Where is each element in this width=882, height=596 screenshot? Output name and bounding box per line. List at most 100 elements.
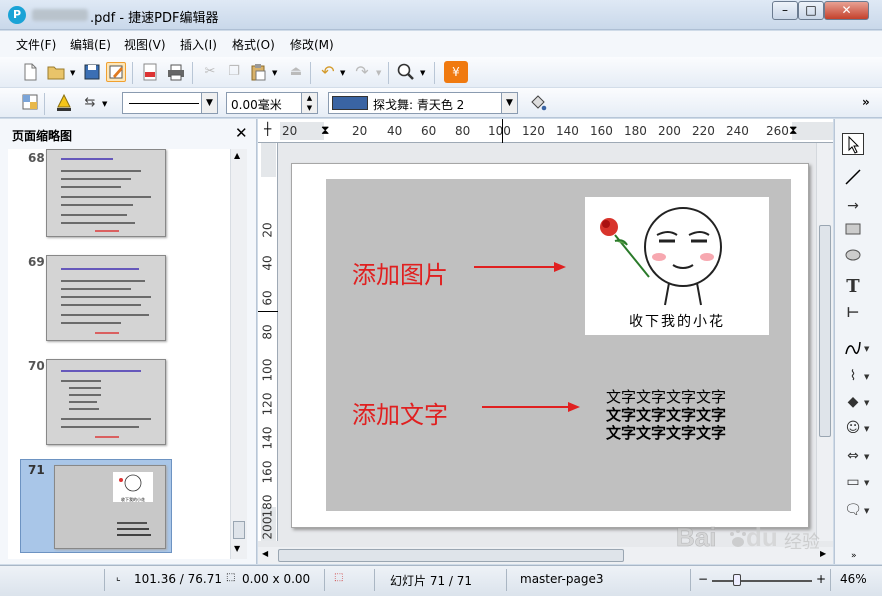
callout-icon[interactable]: 🗨 [842,499,864,521]
curve-tool-dropdown-icon[interactable]: ▼ [864,345,869,353]
menu-file[interactable]: 文件(F) [16,36,56,53]
scroll-down-icon[interactable]: ▼ [234,544,240,553]
cut-icon[interactable]: ✂ [200,62,220,82]
redo-icon[interactable]: ↷ [352,62,372,82]
zoom-out-button[interactable]: − [698,572,708,586]
block-arrows-dropdown-icon[interactable]: ▼ [864,453,869,461]
open-dropdown-icon[interactable]: ▼ [70,69,75,77]
page-thumbnail-68[interactable] [46,149,166,237]
arrow-tool-icon[interactable]: → [842,195,864,217]
ruler-label: 80 [455,124,471,138]
edit-mode-icon[interactable] [106,62,126,82]
copy-icon[interactable]: ❐ [224,62,244,82]
cursor-position: 101.36 / 76.71 [134,572,223,586]
fill-color-dropdown-icon[interactable]: ▼ [501,93,517,113]
canvas-vertical-scrollbar[interactable] [816,143,833,541]
ellipse-tool-icon[interactable] [842,247,864,269]
close-button[interactable]: ✕ [824,1,869,20]
line-width-stepper[interactable]: ▲ ▼ [301,93,317,113]
toolbar-expand-icon[interactable]: » [851,551,857,561]
callout-dropdown-icon[interactable]: ▼ [864,507,869,515]
text-tool-icon[interactable]: T [842,276,864,298]
basic-shapes-icon[interactable]: ◆ [842,391,864,413]
select-tool-icon[interactable] [842,133,864,155]
line-style-select[interactable]: ▼ [122,92,218,114]
scroll-thumb[interactable] [233,521,245,539]
maximize-button[interactable]: □ [798,1,824,20]
open-folder-icon[interactable] [46,62,66,82]
undo-icon[interactable]: ↶ [318,62,338,82]
document-canvas[interactable]: ┼ 20 20 40 60 80 100 120 140 160 180 200… [258,119,833,564]
menu-insert[interactable]: 插入(I) [180,36,217,53]
undo-dropdown-icon[interactable]: ▼ [340,69,345,77]
symbol-shapes-dropdown-icon[interactable]: ▼ [864,425,869,433]
minimize-button[interactable]: – [772,1,798,20]
vertical-text-tool-icon[interactable]: ⊢ [842,302,864,324]
menu-view[interactable]: 视图(V) [124,36,166,53]
toolbar-separator [310,62,311,84]
arrow-style-icon[interactable]: ⇆ [80,93,100,113]
vertical-ruler[interactable]: 20 40 60 80 100 120 140 160 180 200 [258,143,278,541]
menu-edit[interactable]: 编辑(E) [70,36,111,53]
document-modified-icon[interactable]: ⬚ [334,572,343,583]
thumbnail-scrollbar[interactable]: ▲ ▼ [230,149,247,559]
text-block[interactable]: 文字文字文字文字 文字文字文字文字 文字文字文字文字 [606,388,726,442]
horizontal-ruler[interactable]: ┼ 20 20 40 60 80 100 120 140 160 180 200… [258,119,833,143]
arrow-to-text [482,402,580,412]
redo-dropdown-icon[interactable]: ▼ [376,69,381,77]
add-image-label[interactable]: 添加图片 [352,255,448,290]
purchase-icon[interactable]: ¥ [444,61,468,83]
highlight-icon[interactable] [54,93,74,113]
slide-page[interactable]: 添加图片 收下我的小花 添加文字 文字文字文字文字 文字文字文字文字 文字文字文… [291,163,809,528]
clone-format-icon[interactable]: ⏏ [286,62,306,82]
line-width-spinner[interactable]: 0.00毫米 ▲ ▼ [226,92,318,114]
basic-shapes-dropdown-icon[interactable]: ▼ [864,399,869,407]
page-thumbnail-69[interactable] [46,255,166,341]
ruler-indent-marker-icon[interactable]: ⧗ [321,123,329,138]
sticker-image[interactable]: 收下我的小花 [585,197,769,335]
scroll-thumb[interactable] [278,549,624,562]
symbol-shapes-icon[interactable]: ☺ [842,417,864,439]
zoom-slider-thumb[interactable] [733,574,741,586]
save-icon[interactable] [82,62,102,82]
scroll-left-icon[interactable]: ◀ [262,549,268,558]
text-line: 文字文字文字文字 [606,388,727,406]
zoom-slider-track[interactable] [712,580,812,582]
new-document-icon[interactable] [20,62,40,82]
watermark-brand2: du [746,522,778,552]
arrow-style-dropdown-icon[interactable]: ▼ [102,100,107,108]
thumbnail-list[interactable]: 68 69 70 71 收下我的小花 [8,149,230,559]
toolbar-overflow-icon[interactable]: » [862,95,870,109]
line-style-dropdown-icon[interactable]: ▼ [201,93,217,113]
page-thumbnail-70[interactable] [46,359,166,445]
slide-background[interactable]: 添加图片 收下我的小花 添加文字 文字文字文字文字 文字文字文字文字 文字文字文… [326,179,791,511]
fill-color-select[interactable]: 探戈舞: 青天色 2 ▼ [328,92,518,114]
export-pdf-icon[interactable] [140,62,160,82]
ruler-tab-marker-icon[interactable]: ⧗ [789,123,797,138]
baidu-logo-icon: Bai [676,522,746,552]
rectangle-tool-icon[interactable] [842,221,864,243]
line-tool-icon[interactable] [842,167,864,189]
add-text-label[interactable]: 添加文字 [352,395,448,430]
menu-format[interactable]: 格式(O) [232,36,275,53]
menu-modify[interactable]: 修改(M) [290,36,334,53]
scroll-thumb[interactable] [819,225,831,437]
zoom-icon[interactable] [396,62,416,82]
paste-icon[interactable] [248,62,268,82]
grid-icon[interactable] [20,93,40,113]
zoom-in-button[interactable]: + [816,572,826,586]
flowchart-dropdown-icon[interactable]: ▼ [864,479,869,487]
zoom-dropdown-icon[interactable]: ▼ [420,69,425,77]
fill-bucket-icon[interactable] [528,93,548,113]
scroll-up-icon[interactable]: ▲ [234,151,240,160]
panel-close-icon[interactable]: ✕ [235,124,248,142]
block-arrows-icon[interactable]: ⇔ [842,445,864,467]
paste-dropdown-icon[interactable]: ▼ [272,69,277,77]
page-thumbnail-71[interactable]: 收下我的小花 [54,465,166,549]
print-icon[interactable] [166,62,186,82]
connector-tool-icon[interactable]: ⌇ [842,365,864,387]
flowchart-icon[interactable]: ▭ [842,471,864,493]
status-separator [506,569,507,591]
connector-tool-dropdown-icon[interactable]: ▼ [864,373,869,381]
curve-tool-icon[interactable] [842,337,864,359]
